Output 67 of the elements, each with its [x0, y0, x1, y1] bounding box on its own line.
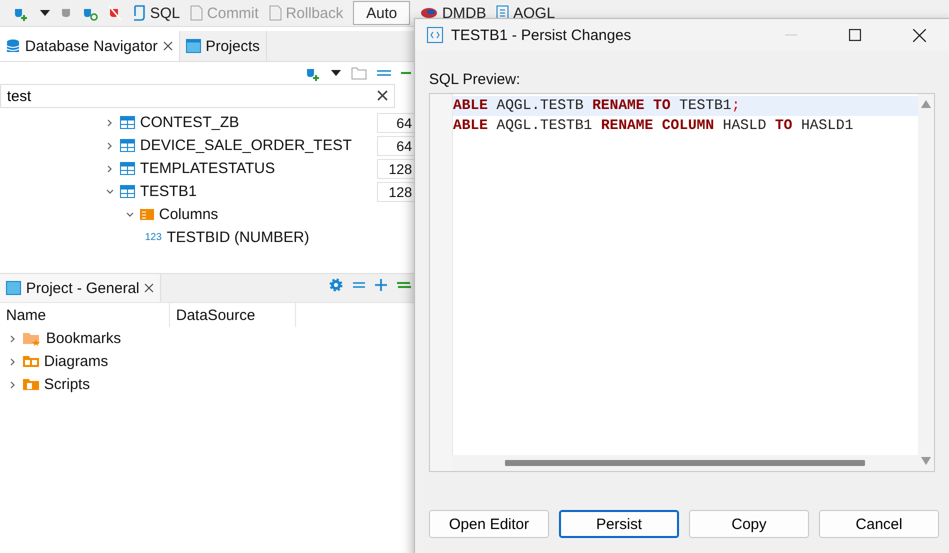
table-icon [120, 139, 135, 152]
vertical-scrollbar[interactable] [918, 94, 934, 471]
toolbar-button[interactable]: DMDB [420, 4, 486, 22]
sql-editor[interactable]: ABLE AQGL.TESTB RENAME TO TESTB1; ABLE AQGL.TESTB1 RENAME COLUMN HASLD TO HASLD1 [429, 93, 935, 472]
view-tab[interactable]: Projects [180, 31, 267, 61]
view-tab[interactable]: Project - General [0, 274, 162, 302]
plug-disconnect-icon[interactable] [108, 5, 122, 21]
collapse-icon[interactable] [377, 70, 391, 76]
close-icon[interactable] [144, 283, 154, 293]
folder-icon [140, 208, 154, 221]
folder-star-icon [23, 331, 41, 346]
close-icon[interactable] [162, 41, 173, 51]
window-icon [6, 281, 21, 295]
tree-item[interactable]: Diagrams [0, 350, 415, 373]
dialog-button[interactable]: Cancel [819, 510, 939, 538]
database-icon [6, 38, 20, 54]
table-icon [120, 116, 135, 129]
database-icon[interactable] [420, 6, 438, 20]
search-field[interactable]: test [0, 84, 395, 108]
tab-label: Projects [206, 38, 260, 54]
window-icon [186, 39, 201, 53]
folder-icon [23, 355, 39, 368]
dialog-button[interactable]: Open Editor [429, 510, 549, 538]
tab-label: Database Navigator [25, 38, 158, 54]
table-icon [120, 185, 135, 198]
column-header[interactable]: DataSource [170, 303, 296, 327]
dialog-button[interactable]: Persist [559, 510, 679, 538]
tree-item-label: TESTBID (NUMBER) [166, 229, 310, 246]
dialog-title: TESTB1 - Persist Changes [451, 26, 632, 44]
view-tab[interactable]: Database Navigator [0, 31, 180, 61]
tree-item-label: DEVICE_SALE_ORDER_TEST [140, 137, 353, 154]
scroll-up-icon[interactable] [921, 100, 931, 108]
auto-commit-button[interactable]: Auto [353, 1, 410, 25]
caret-icon[interactable] [40, 10, 50, 16]
tree-item[interactable]: Scripts [0, 373, 415, 396]
gear-icon[interactable] [329, 278, 343, 292]
script-icon[interactable] [132, 5, 146, 21]
tree-item-label: Columns [159, 206, 220, 223]
code-line: ABLE AQGL.TESTB1 RENAME COLUMN HASLD TO HASLD1 [453, 117, 854, 136]
tree-item[interactable]: 123 TESTBID (NUMBER) [0, 226, 415, 249]
scroll-down-icon[interactable] [921, 457, 931, 465]
number-type-label: 123 [145, 232, 162, 243]
folder-icon [23, 378, 39, 391]
caret-icon[interactable] [331, 70, 341, 76]
column-header[interactable]: Name [0, 303, 170, 327]
tree-item-label: CONTEST_ZB [140, 114, 240, 131]
tree-item-label: Scripts [44, 376, 91, 393]
tree-item-label: Diagrams [44, 353, 110, 370]
new-folder-icon[interactable] [351, 66, 367, 80]
toolbar-button[interactable]: SQL [132, 4, 180, 22]
dialog-button[interactable]: Copy [689, 510, 809, 538]
expand-icon[interactable] [375, 279, 387, 291]
close-icon[interactable] [912, 28, 926, 42]
clear-icon[interactable] [377, 90, 388, 101]
tab-label: Project - General [26, 280, 140, 296]
chevron-down-icon[interactable] [125, 210, 135, 220]
tree-item-label: Bookmarks [46, 330, 122, 347]
collapse-icon[interactable] [353, 282, 365, 288]
table-icon [120, 162, 135, 175]
tree-item-label: TESTB1 [140, 183, 198, 200]
tree-item[interactable]: Bookmarks [0, 327, 415, 350]
chevron-down-icon[interactable] [105, 186, 115, 196]
sql-preview-label: SQL Preview: [429, 71, 522, 88]
code-icon [427, 27, 443, 43]
tree-item[interactable]: Columns [0, 203, 415, 226]
tree-item-label: TEMPLATESTATUS [140, 160, 276, 177]
maximize-icon[interactable] [849, 29, 861, 41]
